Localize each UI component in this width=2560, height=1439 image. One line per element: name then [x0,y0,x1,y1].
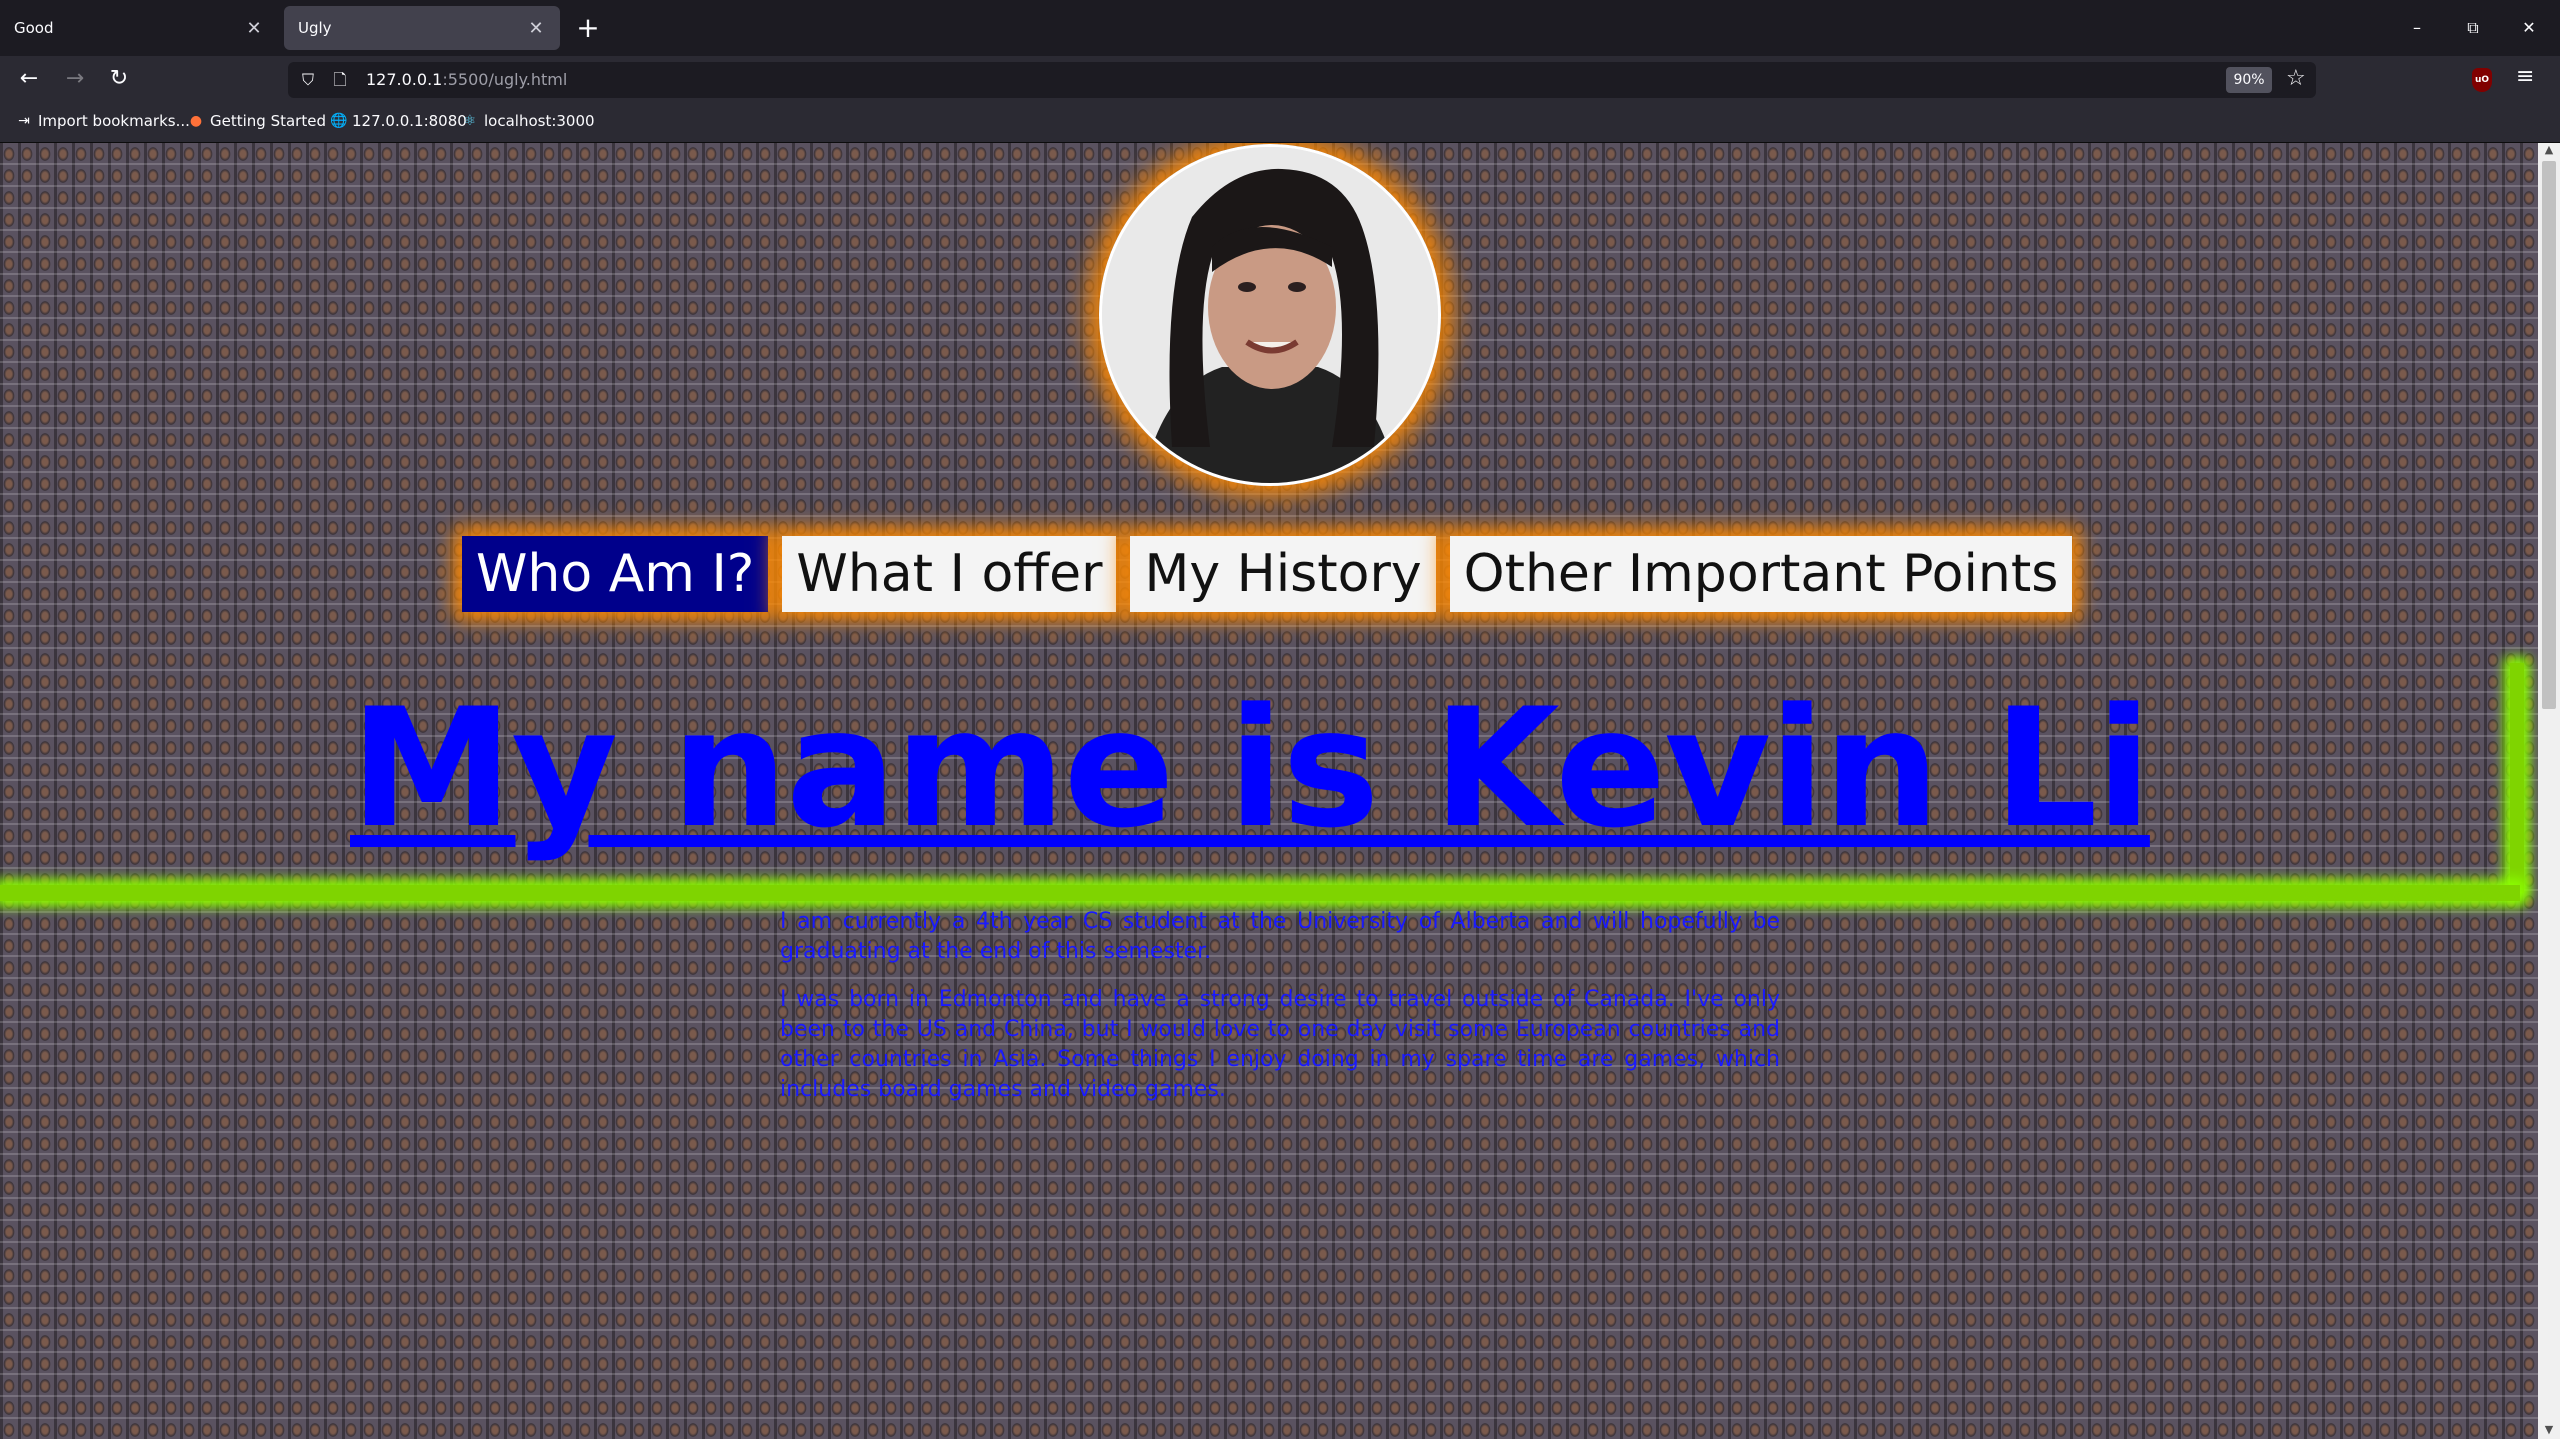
ublock-origin-icon[interactable]: uO [2472,68,2492,92]
url-host: 127.0.0.1 [366,70,443,89]
scroll-down-arrow-icon[interactable]: ▼ [2538,1423,2560,1439]
profile-photo [1099,144,1441,486]
globe-icon: 🌐 [330,113,348,129]
forward-button[interactable]: → [60,64,90,94]
bookmark-label: Getting Started [210,112,326,130]
bookmark-label: localhost:3000 [484,112,595,130]
bookmark-localhost-3000[interactable]: ⚛ localhost:3000 [462,112,595,130]
bio-paragraph: I am currently a 4th year CS student at … [780,909,1780,964]
bookmark-label: Import bookmarks... [38,112,190,130]
close-window-button[interactable]: ✕ [2512,14,2546,42]
close-tab-icon[interactable]: ✕ [526,18,546,39]
green-divider [0,885,2520,901]
back-button[interactable]: ← [14,64,44,94]
restore-button[interactable]: ⧉ [2456,14,2490,42]
bookmark-import[interactable]: ⇥ Import bookmarks... [16,112,190,130]
import-icon: ⇥ [18,113,30,129]
bookmarks-toolbar: ⇥ Import bookmarks... ● Getting Started … [0,102,2560,143]
bookmark-star-icon[interactable]: ☆ [2286,66,2306,91]
tab-strip: Good ✕ Ugly ✕ + – ⧉ ✕ [0,0,2560,56]
shield-icon[interactable]: ⛉ [298,70,318,90]
reload-button[interactable]: ↻ [104,64,134,94]
page-icon[interactable]: 🗋 [330,70,350,90]
url-path: :5500/ugly.html [442,70,568,89]
nav-what-i-offer[interactable]: What I offer [782,536,1117,612]
page-viewport: Who Am I? What I offer My History Other … [0,143,2538,1439]
page-heading: My name is Kevin Li [350,673,2152,864]
address-bar[interactable]: ⛉ 🗋 127.0.0.1:5500/ugly.html 90% ☆ [288,62,2316,98]
new-tab-button[interactable]: + [574,14,602,42]
portrait-illustration [1102,147,1438,483]
tab-good[interactable]: Good ✕ [0,6,278,50]
green-divider-vertical [2510,663,2524,893]
page-scrollbar[interactable]: ▲ ▼ [2538,143,2560,1439]
section-nav: Who Am I? What I offer My History Other … [462,536,2073,612]
minimize-button[interactable]: – [2400,14,2434,42]
tab-title: Ugly [298,19,332,37]
bio-section: I am currently a 4th year CS student at … [780,907,1780,1123]
firefox-icon: ● [189,113,203,129]
bio-paragraph: I was born in Edmonton and have a strong… [780,987,1780,1102]
react-icon: ⚛ [463,113,477,129]
zoom-level-button[interactable]: 90% [2226,67,2272,93]
app-menu-icon[interactable]: ≡ [2516,64,2534,89]
nav-other-important-points[interactable]: Other Important Points [1449,536,2073,612]
bookmark-getting-started[interactable]: ● Getting Started [188,112,326,130]
nav-who-am-i[interactable]: Who Am I? [462,536,769,612]
tab-ugly[interactable]: Ugly ✕ [284,6,560,50]
nav-my-history[interactable]: My History [1130,536,1436,612]
bookmark-label: 127.0.0.1:8080 [352,112,467,130]
tab-title: Good [14,19,54,37]
scroll-thumb[interactable] [2542,161,2556,709]
scroll-up-arrow-icon[interactable]: ▲ [2538,143,2560,159]
url-text[interactable]: 127.0.0.1:5500/ugly.html [366,70,567,89]
bookmark-127-8080[interactable]: 🌐 127.0.0.1:8080 [330,112,467,130]
close-tab-icon[interactable]: ✕ [244,18,264,39]
